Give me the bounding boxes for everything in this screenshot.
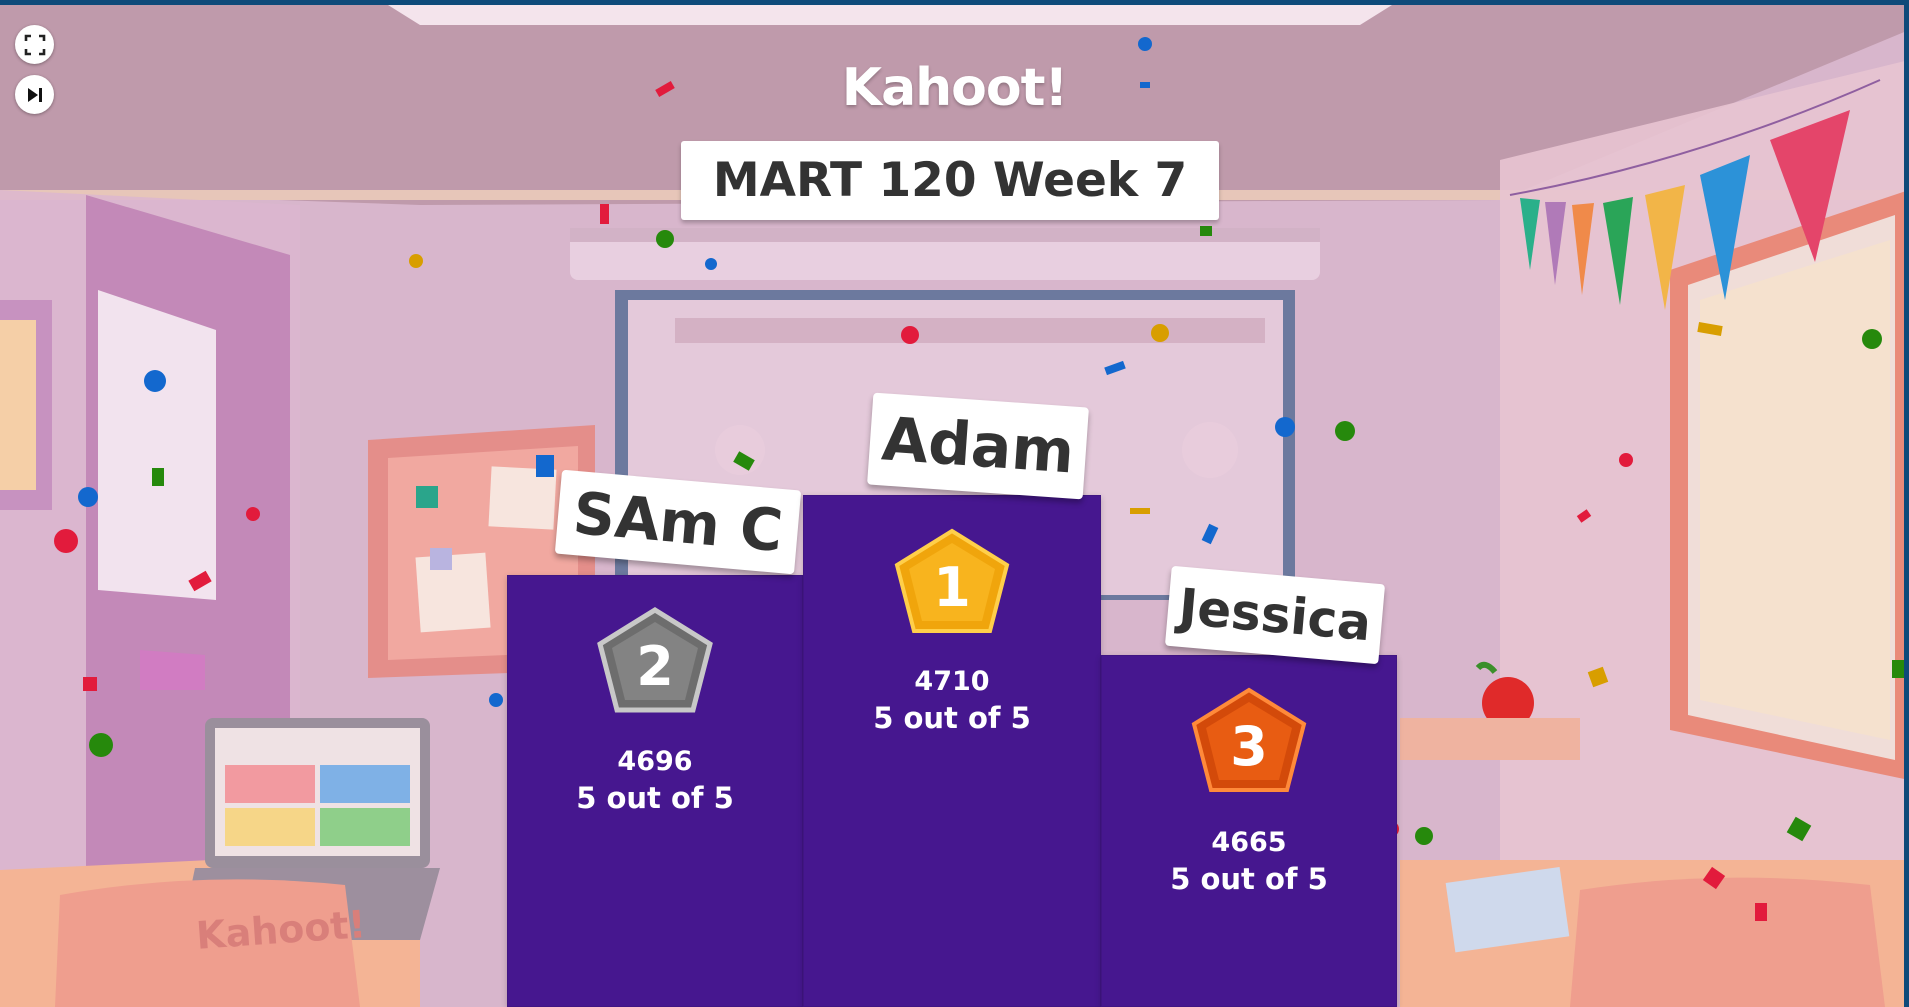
bronze-medal-icon: 3 xyxy=(1191,687,1307,792)
second-place-correct: 5 out of 5 xyxy=(576,781,734,815)
first-place-name: Adam xyxy=(867,392,1089,500)
silver-medal-icon: 2 xyxy=(597,607,713,713)
third-place-score: 4665 5 out of 5 xyxy=(1101,825,1397,897)
third-place-points: 4665 xyxy=(1211,827,1287,858)
first-rank-number: 1 xyxy=(933,556,971,619)
podium-screen: Kahoot! MART 120 Week 7 SAm C 2 4696 5 o… xyxy=(0,0,1909,1007)
first-place-points: 4710 xyxy=(914,666,990,697)
first-place-score: 4710 5 out of 5 xyxy=(803,664,1101,736)
gold-medal-icon: 1 xyxy=(894,528,1010,633)
first-place-correct: 5 out of 5 xyxy=(873,701,1031,735)
kahoot-logo: Kahoot! xyxy=(841,58,1068,118)
fullscreen-icon xyxy=(24,34,45,55)
second-place-score: 4696 5 out of 5 xyxy=(507,744,803,816)
quiz-title-card: MART 120 Week 7 xyxy=(681,141,1219,220)
third-place-correct: 5 out of 5 xyxy=(1170,862,1328,896)
second-place-points: 4696 xyxy=(617,746,693,777)
second-rank-number: 2 xyxy=(636,635,674,698)
quiz-title: MART 120 Week 7 xyxy=(712,153,1188,208)
third-rank-number: 3 xyxy=(1230,715,1268,778)
